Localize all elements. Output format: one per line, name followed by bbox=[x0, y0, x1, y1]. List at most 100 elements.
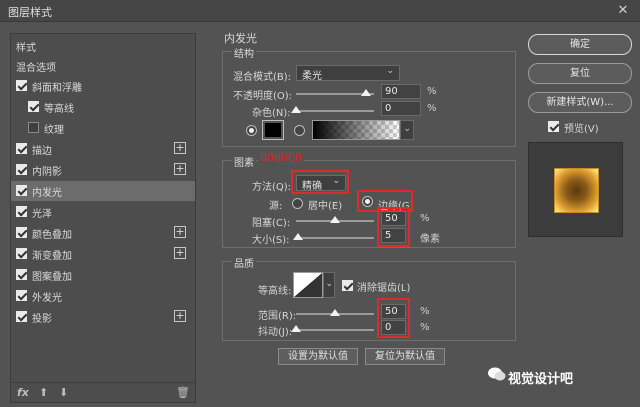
add-style-icon[interactable]: + bbox=[174, 226, 186, 238]
noise-input[interactable]: 0 bbox=[381, 101, 421, 116]
style-item-checkbox[interactable] bbox=[16, 269, 27, 280]
slider-thumb[interactable] bbox=[330, 309, 340, 316]
style-item-label: 内发光 bbox=[32, 188, 62, 199]
size-slider[interactable] bbox=[296, 237, 374, 239]
jitter-label: 抖动(J): bbox=[258, 327, 293, 338]
wechat-icon bbox=[488, 366, 506, 382]
style-item-label: 内阴影 bbox=[32, 167, 62, 178]
set-default-button[interactable]: 设置为默认值 bbox=[278, 348, 358, 365]
contour-preview[interactable] bbox=[293, 272, 323, 298]
add-style-icon[interactable]: + bbox=[174, 247, 186, 259]
style-item[interactable]: 图案叠加 bbox=[11, 265, 195, 285]
preview-checkbox[interactable] bbox=[548, 121, 559, 132]
move-up-icon[interactable]: ⬆ bbox=[39, 386, 48, 399]
style-item[interactable]: 斜面和浮雕 bbox=[11, 76, 195, 96]
contour-curve-icon bbox=[294, 273, 322, 297]
fx-icon[interactable]: fx bbox=[17, 386, 29, 399]
solid-color-radio[interactable] bbox=[246, 125, 257, 136]
blend-mode-label: 混合模式(B): bbox=[233, 72, 292, 83]
style-item[interactable]: 颜色叠加 + bbox=[11, 223, 195, 243]
size-unit: 像素 bbox=[420, 234, 440, 245]
style-item[interactable]: 外发光 bbox=[11, 286, 195, 306]
gradient-swatch[interactable] bbox=[312, 120, 400, 140]
size-label: 大小(S): bbox=[252, 235, 290, 246]
contour-dropdown[interactable]: ⌄ bbox=[323, 272, 335, 298]
panel-divider bbox=[11, 382, 195, 383]
source-center-label: 居中(E) bbox=[308, 201, 343, 212]
style-item-label: 斜面和浮雕 bbox=[32, 83, 82, 94]
noise-slider[interactable] bbox=[296, 110, 374, 112]
slider-thumb[interactable] bbox=[291, 106, 301, 113]
jitter-unit: % bbox=[420, 322, 430, 333]
color-note: 000000 bbox=[258, 151, 304, 164]
contour-label: 等高线: bbox=[258, 286, 292, 297]
style-item[interactable]: 内发光 bbox=[11, 181, 195, 201]
choke-size-highlight bbox=[377, 207, 410, 247]
style-preview bbox=[528, 142, 623, 237]
add-style-icon[interactable]: + bbox=[174, 142, 186, 154]
glow-color-fill bbox=[265, 123, 281, 137]
reset-default-button[interactable]: 复位为默认值 bbox=[365, 348, 445, 365]
slider-thumb[interactable] bbox=[292, 233, 303, 240]
style-item-label: 纹理 bbox=[44, 125, 64, 136]
slider-thumb[interactable] bbox=[330, 216, 340, 223]
style-item-checkbox[interactable] bbox=[16, 311, 27, 322]
style-item[interactable]: 渐变叠加 + bbox=[11, 244, 195, 264]
section-title: 内发光 bbox=[224, 32, 257, 45]
opacity-label: 不透明度(O): bbox=[233, 91, 293, 102]
style-item-checkbox[interactable] bbox=[16, 80, 27, 91]
style-item-checkbox[interactable] bbox=[16, 164, 27, 175]
slider-thumb[interactable] bbox=[361, 89, 372, 96]
preview-label: 预览(V) bbox=[564, 124, 599, 135]
move-down-icon[interactable]: ⬇ bbox=[59, 386, 68, 399]
window-title: 图层样式 bbox=[8, 6, 52, 19]
slider-thumb[interactable] bbox=[291, 325, 301, 332]
range-label: 范围(R): bbox=[258, 311, 297, 322]
style-item-checkbox[interactable] bbox=[16, 185, 27, 196]
style-item-checkbox[interactable] bbox=[16, 206, 27, 217]
source-center-radio[interactable] bbox=[292, 198, 303, 209]
source-label: 源: bbox=[269, 201, 283, 212]
glow-color-swatch[interactable] bbox=[262, 120, 284, 140]
style-item[interactable]: 内阴影 + bbox=[11, 160, 195, 180]
style-item-checkbox[interactable] bbox=[16, 290, 27, 301]
new-style-button[interactable]: 新建样式(W)... bbox=[528, 92, 632, 113]
style-item[interactable]: 等高线 bbox=[11, 97, 195, 117]
style-item[interactable]: 描边 + bbox=[11, 139, 195, 159]
style-item-checkbox[interactable] bbox=[16, 143, 27, 154]
style-item[interactable]: 纹理 bbox=[11, 118, 195, 138]
styles-header[interactable]: 样式 bbox=[11, 36, 195, 56]
style-item-checkbox[interactable] bbox=[28, 101, 39, 112]
noise-label: 杂色(N): bbox=[252, 108, 291, 119]
chevron-down-icon: ⌄ bbox=[386, 66, 394, 76]
reset-button[interactable]: 复位 bbox=[528, 63, 632, 84]
ok-button[interactable]: 确定 bbox=[528, 34, 632, 55]
structure-title: 结构 bbox=[232, 45, 256, 60]
jitter-slider[interactable] bbox=[296, 329, 374, 331]
watermark-text: 视觉设计吧 bbox=[508, 372, 574, 387]
style-item[interactable]: 投影 + bbox=[11, 307, 195, 327]
elements-title: 图素 bbox=[232, 154, 256, 169]
close-icon[interactable]: ✕ bbox=[614, 3, 632, 19]
style-item-label: 外发光 bbox=[32, 293, 62, 304]
style-item-checkbox[interactable] bbox=[16, 227, 27, 238]
gradient-radio[interactable] bbox=[294, 125, 305, 136]
choke-label: 阻塞(C): bbox=[252, 218, 291, 229]
add-style-icon[interactable]: + bbox=[174, 310, 186, 322]
preview-swatch bbox=[554, 168, 599, 213]
blend-mode-select[interactable]: 柔光 ⌄ bbox=[296, 65, 400, 82]
quality-title: 品质 bbox=[232, 255, 256, 270]
blend-options-item[interactable]: 混合选项 bbox=[11, 56, 195, 76]
gradient-dropdown[interactable]: ⌄ bbox=[400, 120, 414, 140]
antialias-checkbox[interactable] bbox=[342, 280, 353, 291]
style-item-checkbox[interactable] bbox=[16, 248, 27, 259]
opacity-unit: % bbox=[427, 86, 437, 97]
style-item-checkbox[interactable] bbox=[28, 122, 39, 133]
style-item-label: 描边 bbox=[32, 146, 52, 157]
opacity-input[interactable]: 90 bbox=[381, 84, 421, 99]
add-style-icon[interactable]: + bbox=[174, 163, 186, 175]
blend-options-label: 混合选项 bbox=[16, 63, 56, 74]
trash-icon[interactable]: 🗑 bbox=[176, 386, 190, 399]
style-item[interactable]: 光泽 bbox=[11, 202, 195, 222]
style-item-label: 颜色叠加 bbox=[32, 230, 72, 241]
